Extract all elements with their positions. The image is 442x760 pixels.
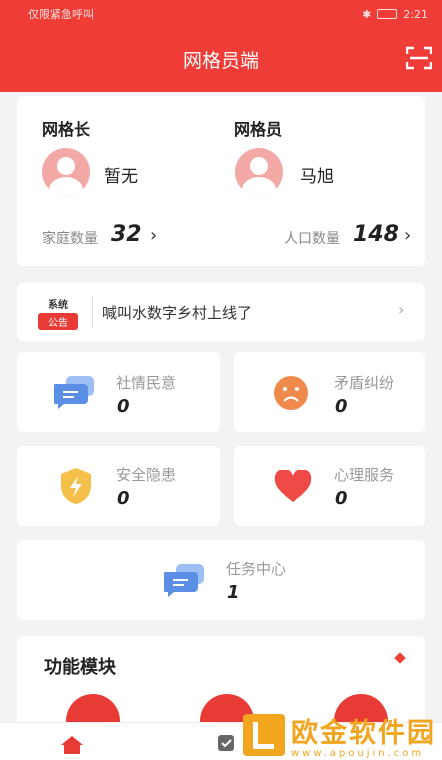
tile-label: 安全隐患 — [116, 466, 177, 484]
notice-text: 喊叫水数字乡村上线了 — [102, 304, 253, 322]
page-title: 网格员端 — [182, 50, 259, 72]
tile-value: 0 — [117, 396, 130, 417]
tile-value: 0 — [335, 396, 348, 417]
status-carrier-text: 仅限紧急呼叫 — [28, 8, 94, 21]
sad-face-icon — [274, 376, 308, 410]
tile-label: 社情民意 — [116, 374, 177, 392]
home-icon[interactable] — [60, 735, 84, 755]
task-center-card[interactable] — [17, 540, 425, 620]
watermark-text: 欧金软件园 — [291, 718, 436, 749]
tile-value: 0 — [335, 488, 348, 509]
tile-label: 心理服务 — [334, 466, 395, 484]
grid-leader-avatar — [42, 148, 90, 196]
chat-bubbles-icon — [164, 564, 204, 597]
tile-value: 0 — [117, 488, 130, 509]
watermark-logo — [243, 714, 285, 756]
system-notice-badge: 系统 公告 — [38, 296, 78, 330]
scan-icon[interactable] — [406, 46, 432, 70]
task-center-value: 1 — [227, 582, 240, 603]
tile-psych-service[interactable] — [234, 446, 425, 526]
grid-leader-title: 网格长 — [42, 120, 91, 139]
status-bar: 仅限紧急呼叫 ✱ 2:21 — [28, 6, 428, 22]
watermark: 欧金软件园 www.apoujin.com — [243, 711, 441, 759]
tile-label: 矛盾纠纷 — [334, 374, 395, 392]
grid-leader-name: 暂无 — [104, 167, 138, 187]
tile-safety-hazards[interactable] — [17, 446, 220, 526]
grid-member-name: 马旭 — [300, 167, 334, 187]
battery-icon — [377, 9, 398, 19]
heart-icon — [274, 470, 312, 502]
task-center-label: 任务中心 — [226, 560, 287, 578]
app-header: 仅限紧急呼叫 ✱ 2:21 网格员端 — [0, 0, 442, 92]
watermark-url: www.apoujin.com — [291, 748, 425, 759]
notice-divider — [92, 296, 93, 328]
shield-bolt-icon — [61, 468, 91, 504]
households-value: 32 — [111, 222, 142, 247]
chevron-right-icon: › — [404, 225, 412, 246]
chat-bubbles-icon — [54, 376, 94, 409]
chevron-right-icon: › — [398, 300, 405, 319]
modules-title: 功能模块 — [44, 657, 116, 678]
grid-member-title: 网格员 — [234, 120, 283, 139]
tile-disputes[interactable] — [234, 352, 425, 432]
chevron-right-icon: › — [150, 225, 158, 246]
population-value: 148 — [353, 222, 399, 247]
status-time: 2:21 — [403, 7, 428, 21]
grid-member-avatar — [235, 148, 283, 196]
task-list-icon[interactable] — [216, 733, 236, 753]
bluetooth-icon: ✱ — [362, 7, 372, 21]
households-label: 家庭数量 — [42, 231, 98, 247]
population-label: 人口数量 — [284, 231, 340, 247]
